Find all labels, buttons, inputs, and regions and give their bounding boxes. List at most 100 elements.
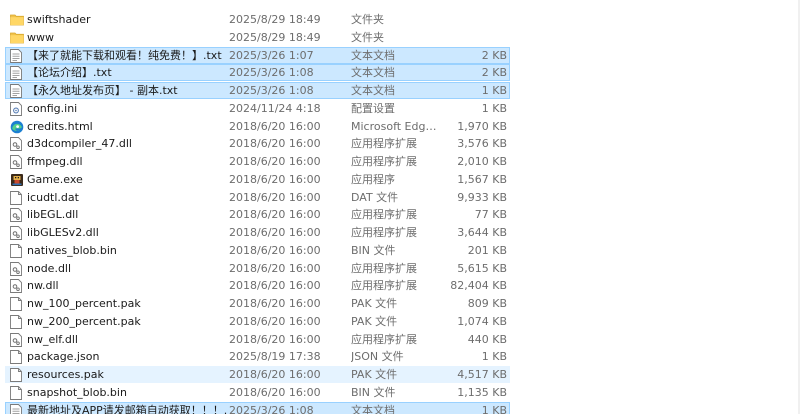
file-name: nw_200_percent.pak	[27, 314, 141, 328]
file-name: package.json	[27, 350, 100, 364]
file-list: swiftshader 2025/8/29 18:49 文件夹 www 2025/8/2…	[0, 0, 800, 414]
file-row[interactable]: libGLESv2.dll 2018/6/20 16:00 应用程序扩展 3,644 …	[5, 224, 510, 241]
file-name: nw.dll	[27, 279, 59, 293]
file-row[interactable]: nw_elf.dll 2018/6/20 16:00 应用程序扩展 440 KB	[5, 331, 510, 348]
file-row[interactable]: 【永久地址发布页】 - 副本.txt 2025/3/26 1:08 文本文档 1 KB	[5, 82, 510, 99]
file-row[interactable]: natives_blob.bin 2018/6/20 16:00 BIN 文件 201…	[5, 242, 510, 259]
file-type: 应用程序扩展	[351, 208, 417, 222]
file-type: 文本文档	[351, 403, 395, 414]
file-row[interactable]: package.json 2025/8/19 17:38 JSON 文件 1 KB	[5, 348, 510, 365]
file-row[interactable]: libEGL.dll 2018/6/20 16:00 应用程序扩展 77 KB	[5, 206, 510, 223]
file-size: 3,576 KB	[457, 137, 507, 151]
file-row[interactable]: nw_100_percent.pak 2018/6/20 16:00 PAK 文件 8…	[5, 295, 510, 312]
file-row[interactable]: resources.pak 2018/6/20 16:00 PAK 文件 4,517 …	[5, 366, 510, 383]
file-size: 809 KB	[467, 297, 507, 310]
file-row[interactable]: node.dll 2018/6/20 16:00 应用程序扩展 5,615 KB	[5, 260, 510, 277]
file-modified-date: 2025/3/26 1:08	[229, 84, 314, 97]
file-name: nw_elf.dll	[27, 332, 78, 346]
file-name: snapshot_blob.bin	[27, 385, 127, 399]
file-name: resources.pak	[27, 368, 104, 381]
file-modified-date: 2025/8/29 18:49	[229, 13, 321, 26]
file-size: 82,404 KB	[450, 279, 507, 293]
file-size: 440 KB	[467, 332, 507, 346]
dll-file-icon	[10, 278, 24, 294]
file-size: 1 KB	[481, 84, 507, 97]
file-modified-date: 2018/6/20 16:00	[229, 119, 321, 133]
file-size: 77 KB	[474, 208, 507, 222]
file-modified-date: 2018/6/20 16:00	[229, 332, 321, 346]
file-size: 5,615 KB	[457, 261, 507, 275]
file-type: PAK 文件	[351, 314, 398, 328]
file-name: 【论坛介绍】.txt	[27, 66, 112, 80]
folder-icon	[10, 12, 24, 27]
file-row[interactable]: 最新地址及APP请发邮箱自动获取！！！... 2025/3/26 1:08 文本文档…	[5, 401, 510, 414]
file-size: 1 KB	[481, 350, 507, 364]
file-name: d3dcompiler_47.dll	[27, 137, 132, 151]
file-modified-date: 2025/3/26 1:07	[229, 48, 314, 62]
file-name: libEGL.dll	[27, 208, 79, 222]
file-type: Microsoft Edge ...	[351, 119, 443, 133]
file-modified-date: 2018/6/20 16:00	[229, 243, 321, 257]
text-file-icon	[10, 48, 24, 63]
blank-file-icon	[10, 190, 24, 205]
file-row[interactable]: snapshot_blob.bin 2018/6/20 16:00 BIN 文件 1,…	[5, 384, 510, 401]
file-type: PAK 文件	[351, 297, 398, 310]
file-row[interactable]: nw.dll 2018/6/20 16:00 应用程序扩展 82,404 KB	[5, 277, 510, 294]
file-modified-date: 2018/6/20 16:00	[229, 190, 321, 204]
file-row[interactable]: www 2025/8/29 18:49 文件夹	[5, 29, 510, 46]
file-row[interactable]: Game.exe 2018/6/20 16:00 应用程序 1,567 KB	[5, 171, 510, 188]
file-name: natives_blob.bin	[27, 243, 117, 257]
file-size: 201 KB	[467, 243, 507, 257]
file-name: www	[27, 30, 54, 44]
blank-file-icon	[10, 314, 24, 329]
file-name: libGLESv2.dll	[27, 226, 99, 239]
file-type: 文件夹	[351, 30, 384, 44]
file-type: 应用程序扩展	[351, 261, 417, 275]
file-modified-date: 2018/6/20 16:00	[229, 226, 321, 239]
blank-file-icon	[10, 243, 24, 258]
file-row[interactable]: 【论坛介绍】.txt 2025/3/26 1:08 文本文档 2 KB	[5, 64, 510, 82]
file-type: BIN 文件	[351, 385, 396, 399]
file-size: 4,517 KB	[457, 368, 507, 381]
file-type: 应用程序扩展	[351, 332, 417, 346]
file-modified-date: 2018/6/20 16:00	[229, 368, 321, 381]
file-modified-date: 2018/6/20 16:00	[229, 279, 321, 293]
file-row[interactable]: credits.html 2018/6/20 16:00 Microsoft Edg…	[5, 118, 510, 135]
file-size: 1,970 KB	[457, 119, 507, 133]
file-name: node.dll	[27, 261, 72, 275]
file-row[interactable]: nw_200_percent.pak 2018/6/20 16:00 PAK 文件 1…	[5, 313, 510, 330]
file-type: 应用程序扩展	[351, 137, 417, 151]
file-row[interactable]: config.ini 2024/11/24 4:18 配置设置 1 KB	[5, 100, 510, 117]
file-type: 文本文档	[351, 84, 395, 97]
game-exe-icon	[10, 172, 24, 187]
file-size: 1,567 KB	[457, 172, 507, 186]
file-row[interactable]: ffmpeg.dll 2018/6/20 16:00 应用程序扩展 2,010 KB	[5, 153, 510, 170]
text-file-icon	[10, 403, 24, 414]
file-row[interactable]: d3dcompiler_47.dll 2018/6/20 16:00 应用程序扩展 3…	[5, 135, 510, 152]
file-modified-date: 2018/6/20 16:00	[229, 385, 321, 399]
file-modified-date: 2018/6/20 16:00	[229, 261, 321, 275]
file-name: nw_100_percent.pak	[27, 297, 141, 310]
file-type: 应用程序扩展	[351, 226, 417, 239]
file-type: JSON 文件	[351, 350, 404, 364]
dll-file-icon	[10, 225, 24, 240]
file-size: 2 KB	[481, 66, 507, 80]
file-size: 1 KB	[481, 101, 507, 115]
file-size: 1 KB	[481, 403, 507, 414]
file-type: 应用程序扩展	[351, 279, 417, 293]
file-type: 文本文档	[351, 48, 395, 62]
file-type: 文件夹	[351, 13, 384, 26]
file-modified-date: 2025/8/29 18:49	[229, 30, 321, 44]
dll-file-icon	[10, 207, 24, 223]
file-row[interactable]: icudtl.dat 2018/6/20 16:00 DAT 文件 9,933 KB	[5, 189, 510, 206]
text-file-icon	[10, 83, 24, 98]
file-row[interactable]: swiftshader 2025/8/29 18:49 文件夹	[5, 11, 510, 28]
text-file-icon	[10, 65, 24, 81]
file-type: 应用程序扩展	[351, 155, 417, 168]
dll-file-icon	[10, 136, 24, 152]
file-row[interactable]: 【来了就能下载和观看！纯免费！】.txt 2025/3/26 1:07 文本文档 2 …	[5, 46, 510, 64]
file-modified-date: 2025/8/19 17:38	[229, 350, 321, 364]
file-name: config.ini	[27, 101, 78, 115]
file-size: 1,074 KB	[457, 314, 507, 328]
blank-file-icon	[10, 349, 24, 365]
